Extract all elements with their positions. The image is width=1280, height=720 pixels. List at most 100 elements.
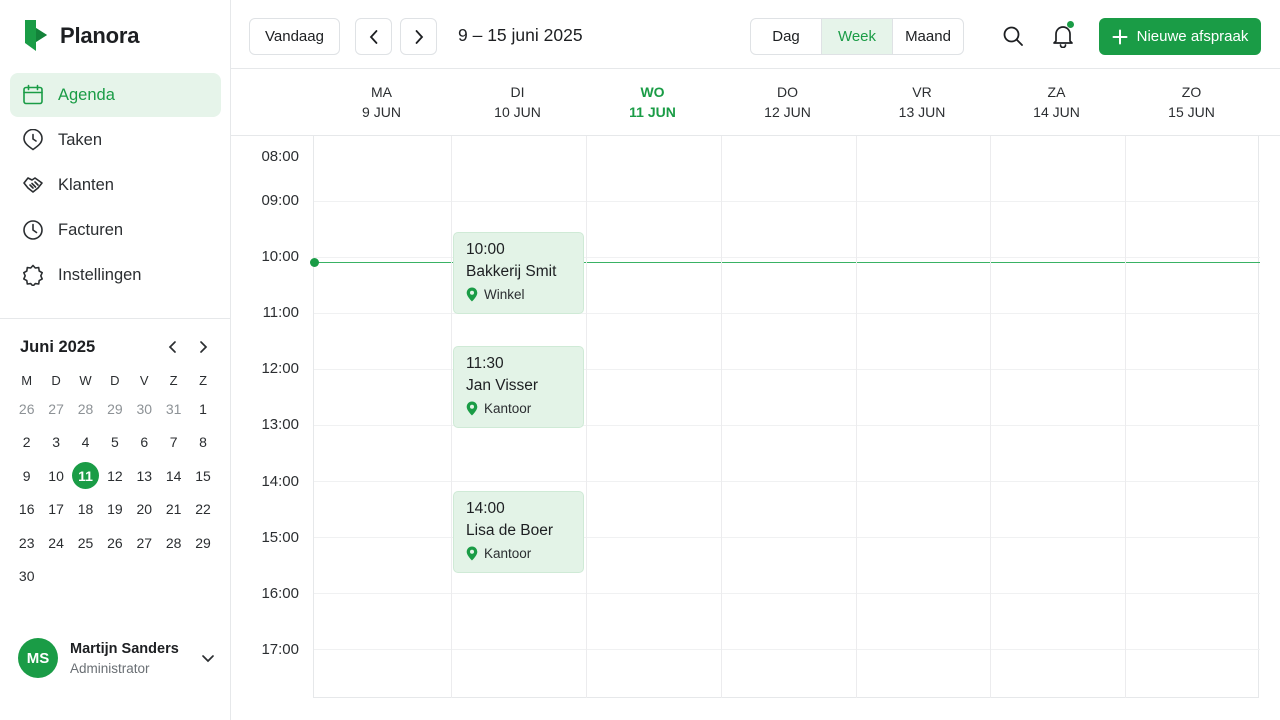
day-column-divider	[990, 136, 991, 698]
mini-calendar-day[interactable]: 13	[130, 459, 159, 493]
mini-calendar-day[interactable]: 5	[100, 426, 129, 460]
view-day-button[interactable]: Dag	[751, 19, 822, 54]
mini-calendar-day-selected[interactable]: 11	[71, 459, 100, 493]
day-header-do[interactable]: DO 12 JUN	[720, 69, 855, 135]
mini-calendar-day-outside[interactable]: 29	[100, 392, 129, 426]
chevron-down-icon	[198, 653, 218, 663]
event-location-label: Kantoor	[484, 546, 532, 561]
today-button[interactable]: Vandaag	[249, 18, 340, 55]
mini-calendar-day[interactable]: 12	[100, 459, 129, 493]
sidebar-item-klanten[interactable]: Klanten	[10, 163, 221, 207]
mini-calendar-day-label: 21	[165, 501, 182, 518]
mini-calendar-day[interactable]: 1	[188, 392, 217, 426]
mini-calendar-day[interactable]: 14	[159, 459, 188, 493]
event-title: Bakkerij Smit	[466, 263, 557, 280]
mini-calendar-day[interactable]: 3	[41, 426, 70, 460]
mini-calendar-day[interactable]: 17	[41, 493, 70, 527]
mini-calendar-day[interactable]: 15	[188, 459, 217, 493]
mini-calendar-day[interactable]: 30	[12, 560, 41, 594]
mini-calendar-day[interactable]: 24	[41, 526, 70, 560]
mini-calendar-day-outside[interactable]: 28	[71, 392, 100, 426]
calendar-grid[interactable]: 10:00 Bakkerij Smit Winkel 11:30 Jan Visser K…	[310, 136, 1260, 698]
day-header-weekday: WO	[640, 84, 665, 100]
event-time: 11:30	[466, 355, 504, 372]
mini-calendar-day-outside[interactable]: 27	[41, 392, 70, 426]
mini-calendar-day[interactable]: 6	[130, 426, 159, 460]
prev-week-button[interactable]	[355, 18, 392, 55]
mini-calendar-day[interactable]: 22	[188, 493, 217, 527]
day-header-di[interactable]: DI 10 JUN	[450, 69, 585, 135]
mini-calendar-day[interactable]: 25	[71, 526, 100, 560]
mini-calendar-day-outside[interactable]: 31	[159, 392, 188, 426]
sidebar-item-agenda[interactable]: Agenda	[10, 73, 221, 117]
mini-calendar-day[interactable]: 29	[188, 526, 217, 560]
hour-divider	[314, 649, 1260, 650]
mini-calendar-day[interactable]: 21	[159, 493, 188, 527]
sidebar-nav: Agenda Taken Klanten Facturen Instelling…	[10, 73, 221, 298]
event-title: Lisa de Boer	[466, 522, 554, 539]
mini-calendar-day[interactable]: 23	[12, 526, 41, 560]
day-header-vr[interactable]: VR 13 JUN	[855, 69, 989, 135]
event-card[interactable]: 10:00 Bakkerij Smit Winkel	[453, 232, 584, 314]
day-header-date: 9 JUN	[362, 104, 401, 120]
user-menu[interactable]: MS Martijn Sanders Administrator	[18, 638, 218, 678]
sidebar-item-label: Facturen	[58, 220, 124, 239]
mini-calendar-prev-button[interactable]	[158, 332, 188, 362]
mini-calendar-day[interactable]: 19	[100, 493, 129, 527]
mini-calendar-day[interactable]: 26	[100, 526, 129, 560]
mini-calendar-day-label: 28	[165, 534, 182, 551]
mini-calendar-day[interactable]: 10	[41, 459, 70, 493]
day-header-date: 15 JUN	[1168, 104, 1215, 120]
notifications-button[interactable]	[1045, 18, 1081, 54]
chevron-left-icon	[168, 341, 176, 353]
view-week-button[interactable]: Week	[822, 19, 893, 54]
handshake-icon	[21, 173, 45, 197]
sidebar-divider	[0, 318, 230, 319]
day-header-weekday: ZO	[1181, 84, 1202, 100]
mini-calendar-day-label: 14	[165, 467, 182, 484]
day-header-date: 13 JUN	[898, 104, 946, 120]
mini-calendar-next-button[interactable]	[188, 332, 218, 362]
new-appointment-button[interactable]: Nieuwe afspraak	[1099, 18, 1261, 55]
time-label: 11:00	[262, 304, 299, 321]
event-location: Kantoor	[466, 546, 571, 561]
day-header-zo[interactable]: ZO 15 JUN	[1124, 69, 1259, 135]
planora-logo-icon	[25, 20, 47, 51]
mini-calendar-day-label: 17	[48, 501, 64, 518]
sidebar: Planora Agenda Taken Klanten Facturen In…	[0, 0, 231, 720]
mini-calendar-day[interactable]: 4	[71, 426, 100, 460]
next-week-button[interactable]	[400, 18, 437, 55]
mini-calendar-day[interactable]: 9	[12, 459, 41, 493]
mini-calendar-day[interactable]: 2	[12, 426, 41, 460]
search-button[interactable]	[995, 18, 1031, 54]
event-card[interactable]: 11:30 Jan Visser Kantoor	[453, 346, 584, 428]
mini-calendar-day[interactable]: 27	[130, 526, 159, 560]
sidebar-item-taken[interactable]: Taken	[10, 118, 221, 162]
mini-calendar-day-label: 26	[107, 534, 123, 551]
mini-calendar-day[interactable]: 28	[159, 526, 188, 560]
location-pin-icon	[466, 401, 478, 416]
mini-calendar-day-label: 27	[136, 534, 153, 551]
mini-calendar-day-label: 8	[199, 434, 207, 451]
mini-calendar-day-outside[interactable]: 30	[130, 392, 159, 426]
event-card[interactable]: 14:00 Lisa de Boer Kantoor	[453, 491, 584, 573]
toolbar: Vandaag 9 – 15 juni 2025 Dag Week Maand …	[231, 0, 1280, 69]
mini-calendar-day[interactable]: 8	[188, 426, 217, 460]
mini-calendar-day[interactable]: 20	[130, 493, 159, 527]
day-header-wo[interactable]: WO 11 JUN	[585, 69, 720, 135]
sidebar-item-facturen[interactable]: Facturen	[10, 208, 221, 252]
day-header-za[interactable]: ZA 14 JUN	[989, 69, 1124, 135]
mini-calendar-day[interactable]: 16	[12, 493, 41, 527]
sidebar-item-label: Agenda	[58, 85, 115, 104]
sidebar-item-instellingen[interactable]: Instellingen	[10, 253, 221, 297]
mini-calendar-day[interactable]: 7	[159, 426, 188, 460]
sidebar-item-label: Instellingen	[58, 265, 142, 284]
view-month-button[interactable]: Maand	[893, 19, 963, 54]
mini-calendar-day[interactable]: 18	[71, 493, 100, 527]
day-header-ma[interactable]: MA 9 JUN	[313, 69, 450, 135]
mini-calendar-grid: M D W D V Z Z 26 27 28 29 30 31 1 2 3 4 5 6 7 8 9 10 11 12 13 14 15…	[12, 368, 218, 593]
mini-calendar-weekday: Z	[169, 372, 178, 388]
mini-calendar-day-outside[interactable]: 26	[12, 392, 41, 426]
app-logo[interactable]: Planora	[22, 19, 139, 52]
day-header-date: 12 JUN	[764, 104, 811, 120]
